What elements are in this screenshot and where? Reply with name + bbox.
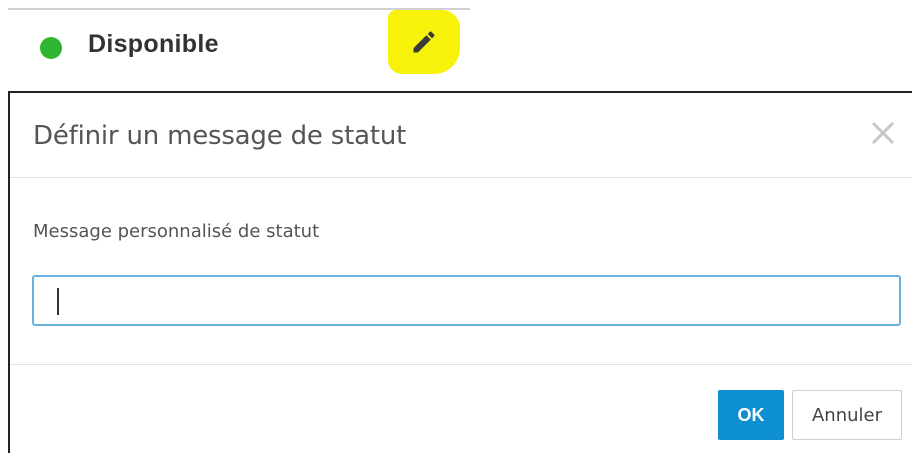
cancel-button[interactable]: Annuler — [792, 390, 902, 440]
pencil-icon — [410, 28, 438, 61]
ok-button[interactable]: OK — [718, 390, 784, 440]
status-message-dialog: Définir un message de statut Message per… — [8, 91, 912, 453]
status-dot-icon — [40, 37, 62, 59]
close-button[interactable] — [868, 118, 898, 148]
status-label: Disponible — [88, 30, 219, 58]
dialog-footer-divider — [10, 364, 912, 365]
edit-status-button[interactable] — [400, 22, 448, 66]
close-icon — [868, 118, 898, 148]
text-cursor — [57, 288, 59, 315]
status-bar: Disponible — [0, 0, 470, 85]
status-message-label: Message personnalisé de statut — [33, 221, 320, 242]
status-message-input[interactable] — [32, 275, 901, 326]
dialog-title: Définir un message de statut — [33, 121, 407, 151]
dialog-header-divider — [10, 177, 912, 178]
